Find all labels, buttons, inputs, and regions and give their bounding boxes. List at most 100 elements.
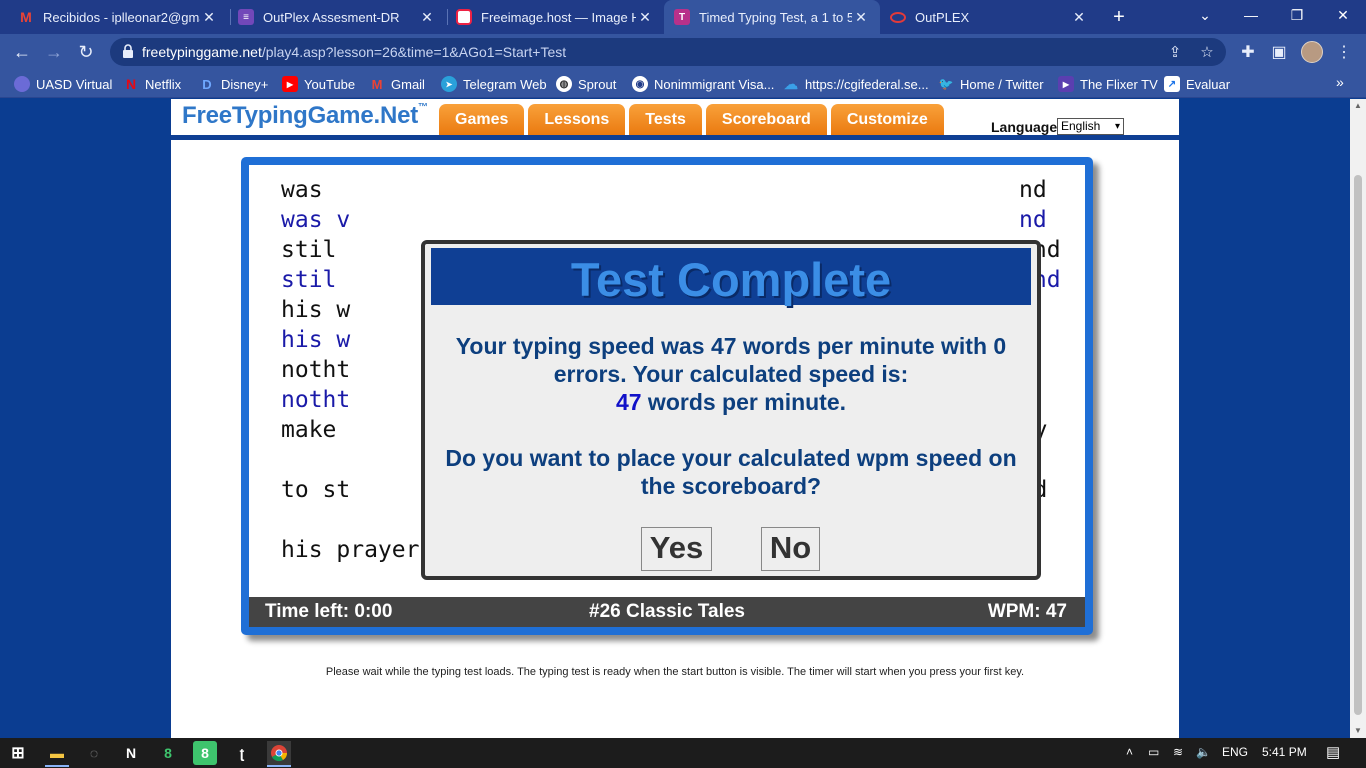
active-indicator: [267, 765, 291, 767]
netflix-icon: N: [125, 76, 137, 92]
line-tail-text: nd: [1019, 177, 1047, 203]
tab-title: Freeimage.host — Image Ho: [481, 9, 636, 25]
tab-freeimage[interactable]: Freeimage.host — Image Ho ✕: [446, 0, 664, 34]
close-window-icon[interactable]: ✕: [1320, 0, 1366, 34]
close-icon[interactable]: ✕: [636, 9, 654, 26]
profile-avatar[interactable]: [1301, 41, 1323, 63]
file-explorer-icon[interactable]: ▬: [45, 741, 69, 765]
close-icon[interactable]: ✕: [852, 9, 870, 26]
typing-test-text-area[interactable]: was ndwas vndstilandstilandhis whis wnot…: [249, 165, 1085, 597]
close-icon[interactable]: ✕: [418, 9, 436, 26]
wifi-icon[interactable]: ≋: [1173, 745, 1183, 759]
bookmark-star-icon[interactable]: ☆: [1198, 44, 1216, 62]
dialog-header: Test Complete: [431, 248, 1031, 306]
test-status-bar: Time left: 0:00 #26 Classic Tales WPM: 4…: [249, 597, 1085, 627]
forward-icon[interactable]: →: [41, 40, 67, 66]
bookmark-sprout[interactable]: ◍ Sprout: [556, 75, 616, 93]
bookmark-label: The Flixer TV: [1080, 76, 1158, 92]
bookmark-netflix[interactable]: N Netflix: [123, 75, 181, 93]
tab-title: Recibidos - iplleonar2@gmail: [43, 9, 200, 25]
bookmark-label: Netflix: [145, 76, 182, 92]
nav-scoreboard[interactable]: Scoreboard: [705, 104, 827, 135]
bookmark-gmail[interactable]: M Gmail: [369, 75, 425, 93]
more-bookmarks-icon[interactable]: »: [1336, 74, 1344, 90]
battery-icon[interactable]: ▭: [1148, 745, 1159, 759]
app-8-alt-icon[interactable]: 8: [193, 741, 217, 765]
line-text: was: [281, 177, 337, 203]
tiktok-icon[interactable]: ʈ: [230, 741, 254, 765]
wpm-readout: WPM: 47: [987, 601, 1067, 622]
tab-typing-test[interactable]: T Timed Typing Test, a 1 to 5 m ✕: [664, 0, 880, 34]
bookmark-evaluar[interactable]: ↗ Evaluar: [1164, 75, 1230, 93]
app-8-icon[interactable]: 8: [156, 741, 180, 765]
chrome-icon[interactable]: [267, 741, 291, 765]
bookmark-label: Gmail: [391, 76, 425, 92]
no-button[interactable]: No: [761, 527, 820, 571]
volume-icon[interactable]: 🔈: [1196, 745, 1211, 759]
bookmark-youtube[interactable]: ▶ YouTube: [282, 75, 355, 93]
dialog-title: Test Complete: [570, 253, 892, 306]
bookmark-label: Nonimmigrant Visa...: [654, 76, 775, 92]
logo-trademark: ™: [418, 102, 428, 113]
line-text: make: [281, 417, 337, 443]
clock[interactable]: 5:41 PM: [1262, 745, 1307, 759]
line-text: his w: [281, 297, 351, 323]
time-left: Time left: 0:00: [265, 601, 393, 622]
extensions-icon[interactable]: ✚: [1237, 42, 1259, 64]
share-icon[interactable]: ⇪: [1166, 44, 1184, 62]
line-text: notht: [281, 387, 351, 413]
back-icon[interactable]: ←: [9, 40, 35, 66]
settings-icon[interactable]: ◌: [82, 741, 106, 765]
nav-lessons[interactable]: Lessons: [528, 104, 626, 135]
reload-icon[interactable]: ↻: [73, 40, 99, 66]
tray-chevron-icon[interactable]: ˄: [1126, 745, 1133, 759]
notion-icon[interactable]: N: [119, 741, 143, 765]
bookmark-label: Sprout: [578, 76, 617, 92]
line-text: stil: [281, 237, 337, 263]
forms-icon: ≡: [238, 9, 254, 25]
scrollbar-thumb[interactable]: [1354, 175, 1362, 715]
site-logo[interactable]: FreeTypingGame.Net™: [182, 102, 428, 130]
bookmark-disney[interactable]: D Disney+: [199, 75, 268, 93]
logo-text: FreeTypingGame.Net: [182, 102, 419, 129]
close-icon[interactable]: ✕: [1070, 9, 1088, 26]
nav-divider: [171, 135, 1179, 140]
bookmark-uasd[interactable]: UASD Virtual: [14, 75, 112, 93]
notifications-icon[interactable]: ▤: [1326, 743, 1340, 761]
calculated-speed-line: 47 words per minute.: [425, 388, 1037, 416]
page-scrollbar[interactable]: ▲ ▼: [1350, 99, 1366, 738]
nav-tests[interactable]: Tests: [629, 104, 702, 135]
bookmark-label: Telegram Web: [463, 76, 547, 92]
bookmark-cgifederal[interactable]: ☁ https://cgifederal.se...: [783, 75, 929, 93]
tab-search-icon[interactable]: ⌄: [1182, 0, 1228, 34]
close-icon[interactable]: ✕: [200, 9, 218, 26]
menu-icon[interactable]: ⋮: [1333, 42, 1355, 64]
tab-outplex-assesment[interactable]: ≡ OutPlex Assesment-DR ✕: [228, 0, 446, 34]
nav-games[interactable]: Games: [439, 104, 525, 135]
chevron-down-icon: ▾: [1114, 121, 1120, 132]
language-label: Language: [991, 119, 1058, 135]
tab-title: OutPLEX: [915, 9, 970, 25]
typing-test-icon: T: [674, 9, 690, 25]
language-select[interactable]: English ▾: [1057, 118, 1124, 135]
windows-start-icon[interactable]: ⊞: [6, 741, 30, 765]
chart-icon: ↗: [1164, 76, 1180, 92]
nav-customize[interactable]: Customize: [830, 104, 944, 135]
bookmark-telegram[interactable]: ➤ Telegram Web: [441, 75, 547, 93]
bookmark-twitter[interactable]: 🐦 Home / Twitter: [938, 75, 1044, 93]
youtube-icon: ▶: [282, 76, 298, 92]
address-bar[interactable]: freetypinggame.net/play4.asp?lesson=26&t…: [110, 38, 1226, 66]
typing-test-frame: was ndwas vndstilandstilandhis whis wnot…: [241, 157, 1093, 635]
tab-gmail[interactable]: M Recibidos - iplleonar2@gmail ✕: [8, 0, 228, 34]
side-panel-icon[interactable]: ▣: [1268, 42, 1290, 64]
new-tab-button[interactable]: +: [1108, 6, 1130, 28]
bookmark-flixer[interactable]: ▶ The Flixer TV: [1058, 75, 1158, 93]
scroll-up-icon[interactable]: ▲: [1354, 101, 1362, 110]
yes-button[interactable]: Yes: [641, 527, 712, 571]
scroll-down-icon[interactable]: ▼: [1354, 726, 1362, 735]
restore-icon[interactable]: ❐: [1274, 0, 1320, 34]
bookmark-visa[interactable]: ◉ Nonimmigrant Visa...: [632, 75, 774, 93]
tab-outplex[interactable]: OutPLEX ✕: [880, 0, 1098, 34]
input-language[interactable]: ENG: [1222, 745, 1248, 759]
minimize-icon[interactable]: —: [1228, 0, 1274, 34]
